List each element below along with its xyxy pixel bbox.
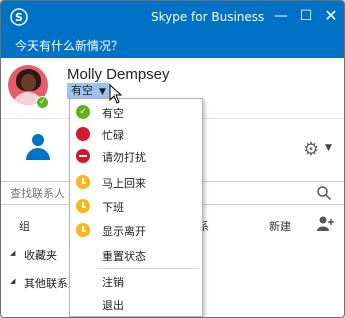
menu-item-label: 退出 xyxy=(102,299,124,312)
user-name: Molly Dempsey xyxy=(67,66,170,83)
whats-new-note[interactable]: 今天有什么新情况？ xyxy=(1,34,344,58)
menu-item-label: 重置状态 xyxy=(102,250,146,263)
mouse-cursor-icon xyxy=(109,84,123,104)
menu-item-exit[interactable]: 退出 xyxy=(70,294,202,314)
busy-icon xyxy=(76,127,90,141)
minimize-button[interactable]: — xyxy=(271,6,291,26)
be-right-back-icon xyxy=(76,175,90,189)
gear-icon[interactable]: ⚙ xyxy=(303,139,319,160)
window-title: Skype for Business xyxy=(151,10,265,24)
menu-item-available[interactable]: ✓ 有空 xyxy=(70,102,202,122)
menu-item-sign-out[interactable]: 注销 xyxy=(70,271,202,291)
presence-available-icon: ✓ xyxy=(36,96,49,109)
avatar-face xyxy=(21,74,36,91)
menu-item-label: 马上回来 xyxy=(102,177,146,190)
tab-new[interactable]: 新建 xyxy=(269,218,291,234)
title-bar: S Skype for Business — ☐ ✕ xyxy=(1,1,344,34)
skype-window: S Skype for Business — ☐ ✕ 今天有什么新情况？ ✓ M… xyxy=(0,0,345,318)
svg-text:S: S xyxy=(15,11,23,24)
menu-item-be-right-back[interactable]: 马上回来 xyxy=(70,172,202,192)
add-contact-icon[interactable] xyxy=(315,215,335,233)
available-icon: ✓ xyxy=(76,105,90,119)
search-icon[interactable] xyxy=(316,185,332,201)
menu-item-busy[interactable]: 忙碌 xyxy=(70,124,202,144)
tab-contacts[interactable] xyxy=(26,134,50,164)
menu-item-appear-away[interactable]: 显示离开 xyxy=(70,220,202,240)
menu-item-label: 有空 xyxy=(102,107,124,120)
off-work-icon xyxy=(76,199,90,213)
contacts-head-icon xyxy=(32,134,44,146)
do-not-disturb-icon xyxy=(76,149,90,163)
close-button[interactable]: ✕ xyxy=(321,6,341,26)
status-menu: ✓ 有空 忙碌 请勿打扰 马上回来 下班 显示离开 重置状态 注销 退出 xyxy=(69,98,203,317)
menu-item-label: 注销 xyxy=(102,276,124,289)
menu-item-do-not-disturb[interactable]: 请勿打扰 xyxy=(70,146,202,166)
maximize-button[interactable]: ☐ xyxy=(296,6,316,26)
group-label: 收藏夹 xyxy=(24,249,57,262)
status-dropdown-label: 有空 xyxy=(71,84,93,97)
contacts-body-icon xyxy=(26,148,50,160)
skype-logo-icon: S xyxy=(10,8,28,26)
menu-separator xyxy=(98,268,198,269)
tab-groups[interactable]: 组 xyxy=(19,218,30,234)
expand-triangle-icon[interactable]: ◢ xyxy=(10,249,15,257)
expand-triangle-icon[interactable]: ◢ xyxy=(10,277,15,285)
menu-item-label: 显示离开 xyxy=(102,225,146,238)
menu-item-reset-status[interactable]: 重置状态 xyxy=(70,245,202,265)
menu-item-label: 忙碌 xyxy=(102,129,124,142)
menu-item-off-work[interactable]: 下班 xyxy=(70,196,202,216)
menu-item-label: 请勿打扰 xyxy=(102,151,146,164)
appear-away-icon xyxy=(76,223,90,237)
menu-item-label: 下班 xyxy=(102,201,124,214)
status-dropdown[interactable]: 有空 ▼ xyxy=(67,83,110,99)
options-chevron-icon[interactable]: ▼ xyxy=(325,143,332,153)
